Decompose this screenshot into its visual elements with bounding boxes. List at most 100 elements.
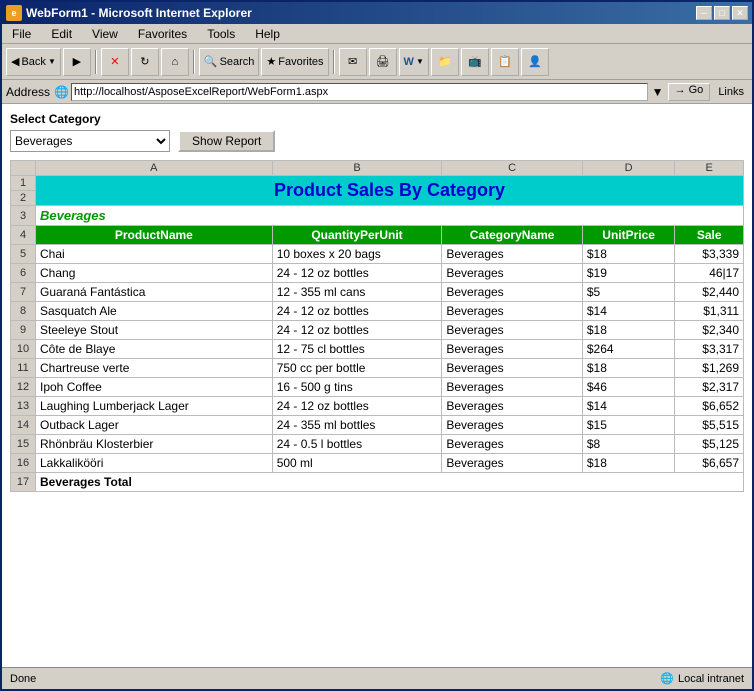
word-button[interactable]: W ▼ — [399, 48, 429, 76]
menu-tools[interactable]: Tools — [201, 26, 241, 42]
cell-b13: 24 - 12 oz bottles — [272, 397, 442, 416]
cell-e7: $2,440 — [675, 283, 744, 302]
go-button[interactable]: → Go — [668, 83, 711, 101]
menu-help[interactable]: Help — [249, 26, 286, 42]
toolbar: ◀ Back ▼ ▶ ✕ ↻ ⌂ 🔍 Search ★ Favorites ✉ — [2, 44, 752, 80]
messenger-button[interactable]: 👤 — [521, 48, 549, 76]
select-category-label: Select Category — [10, 112, 744, 126]
print-button[interactable]: 🖨 — [369, 48, 397, 76]
show-report-button[interactable]: Show Report — [178, 130, 275, 152]
window-title: WebForm1 - Microsoft Internet Explorer — [26, 6, 252, 20]
browser-window: e WebForm1 - Microsoft Internet Explorer… — [0, 0, 754, 691]
col-header-a: A — [36, 161, 273, 176]
cell-a15: Rhönbräu Klosterbier — [36, 435, 273, 454]
cell-e11: $1,269 — [675, 359, 744, 378]
cell-c8: Beverages — [442, 302, 583, 321]
cell-a13: Laughing Lumberjack Lager — [36, 397, 273, 416]
cell-a7: Guaraná Fantástica — [36, 283, 273, 302]
cell-d16: $18 — [582, 454, 675, 473]
intranet-icon: 🌐 — [660, 672, 674, 685]
row-num-15: 15 — [11, 435, 36, 454]
col-header-b: B — [272, 161, 442, 176]
header-categoryname: CategoryName — [442, 226, 583, 245]
cell-c9: Beverages — [442, 321, 583, 340]
cell-e8: $1,311 — [675, 302, 744, 321]
select-row: Beverages Condiments Confections Dairy P… — [10, 130, 744, 152]
table-row: 3 Beverages — [11, 206, 744, 226]
cell-b12: 16 - 500 g tins — [272, 378, 442, 397]
forward-button[interactable]: ▶ — [63, 48, 91, 76]
address-bar: Address 🌐 http://localhost/AsposeExcelRe… — [2, 80, 752, 104]
address-dropdown-icon: ▼ — [652, 85, 664, 99]
toolbar-separator-3 — [333, 50, 335, 74]
menu-view[interactable]: View — [86, 26, 124, 42]
address-label: Address — [6, 85, 50, 99]
cell-c5: Beverages — [442, 245, 583, 264]
row-num-6: 6 — [11, 264, 36, 283]
back-button[interactable]: ◀ Back ▼ — [6, 48, 61, 76]
row-num-2: 2 — [11, 191, 36, 206]
cell-d11: $18 — [582, 359, 675, 378]
search-button[interactable]: 🔍 Search — [199, 48, 260, 76]
menu-file[interactable]: File — [6, 26, 37, 42]
title-cell: Product Sales By Category — [36, 176, 744, 206]
stop-button[interactable]: ✕ — [101, 48, 129, 76]
header-unitprice: UnitPrice — [582, 226, 675, 245]
refresh-button[interactable]: ↻ — [131, 48, 159, 76]
menu-edit[interactable]: Edit — [45, 26, 78, 42]
category-dropdown[interactable]: Beverages Condiments Confections Dairy P… — [10, 130, 170, 152]
word-icon: W — [404, 56, 414, 68]
row-num-4: 4 — [11, 226, 36, 245]
mail-icon: ✉ — [348, 55, 357, 68]
folder-button[interactable]: 📁 — [431, 48, 459, 76]
cell-b5: 10 boxes x 20 bags — [272, 245, 442, 264]
mail-button[interactable]: ✉ — [339, 48, 367, 76]
cell-c15: Beverages — [442, 435, 583, 454]
row-num-3: 3 — [11, 206, 36, 226]
row-num-13: 13 — [11, 397, 36, 416]
cell-b8: 24 - 12 oz bottles — [272, 302, 442, 321]
close-button[interactable]: ✕ — [732, 6, 748, 20]
home-icon: ⌂ — [172, 56, 179, 68]
col-header-d: D — [582, 161, 675, 176]
cell-a8: Sasquatch Ale — [36, 302, 273, 321]
table-row: 12 Ipoh Coffee 16 - 500 g tins Beverages… — [11, 378, 744, 397]
cell-c16: Beverages — [442, 454, 583, 473]
refresh-icon: ↻ — [140, 55, 149, 68]
cell-b6: 24 - 12 oz bottles — [272, 264, 442, 283]
back-label: Back — [21, 56, 45, 68]
star-icon: ★ — [266, 55, 276, 68]
search-label: Search — [220, 56, 255, 68]
row-num-17: 17 — [11, 473, 36, 492]
page-content: Select Category Beverages Condiments Con… — [2, 104, 752, 667]
minimize-button[interactable]: ─ — [696, 6, 712, 20]
cell-e12: $2,317 — [675, 378, 744, 397]
address-input[interactable]: http://localhost/AsposeExcelReport/WebFo… — [71, 83, 648, 101]
cell-e6: 46|17 — [675, 264, 744, 283]
table-row: 14 Outback Lager 24 - 355 ml bottles Bev… — [11, 416, 744, 435]
row-num-16: 16 — [11, 454, 36, 473]
media-button[interactable]: 📺 — [461, 48, 489, 76]
table-row: 9 Steeleye Stout 24 - 12 oz bottles Beve… — [11, 321, 744, 340]
row-num-12: 12 — [11, 378, 36, 397]
table-row: 13 Laughing Lumberjack Lager 24 - 12 oz … — [11, 397, 744, 416]
table-row: 7 Guaraná Fantástica 12 - 355 ml cans Be… — [11, 283, 744, 302]
menu-favorites[interactable]: Favorites — [132, 26, 193, 42]
cell-b9: 24 - 12 oz bottles — [272, 321, 442, 340]
history-button[interactable]: 📋 — [491, 48, 519, 76]
cell-c10: Beverages — [442, 340, 583, 359]
maximize-button[interactable]: □ — [714, 6, 730, 20]
links-label: Links — [714, 86, 748, 98]
stop-icon: ✕ — [110, 55, 119, 68]
favorites-button[interactable]: ★ Favorites — [261, 48, 328, 76]
table-row: 15 Rhönbräu Klosterbier 24 - 0.5 l bottl… — [11, 435, 744, 454]
table-row: 6 Chang 24 - 12 oz bottles Beverages $19… — [11, 264, 744, 283]
menu-bar: File Edit View Favorites Tools Help — [2, 24, 752, 44]
go-icon: → — [675, 84, 686, 96]
header-row: 4 ProductName QuantityPerUnit CategoryNa… — [11, 226, 744, 245]
ie-icon: e — [6, 5, 22, 21]
cell-e10: $3,317 — [675, 340, 744, 359]
corner-cell — [11, 161, 36, 176]
table-row: 8 Sasquatch Ale 24 - 12 oz bottles Bever… — [11, 302, 744, 321]
home-button[interactable]: ⌂ — [161, 48, 189, 76]
